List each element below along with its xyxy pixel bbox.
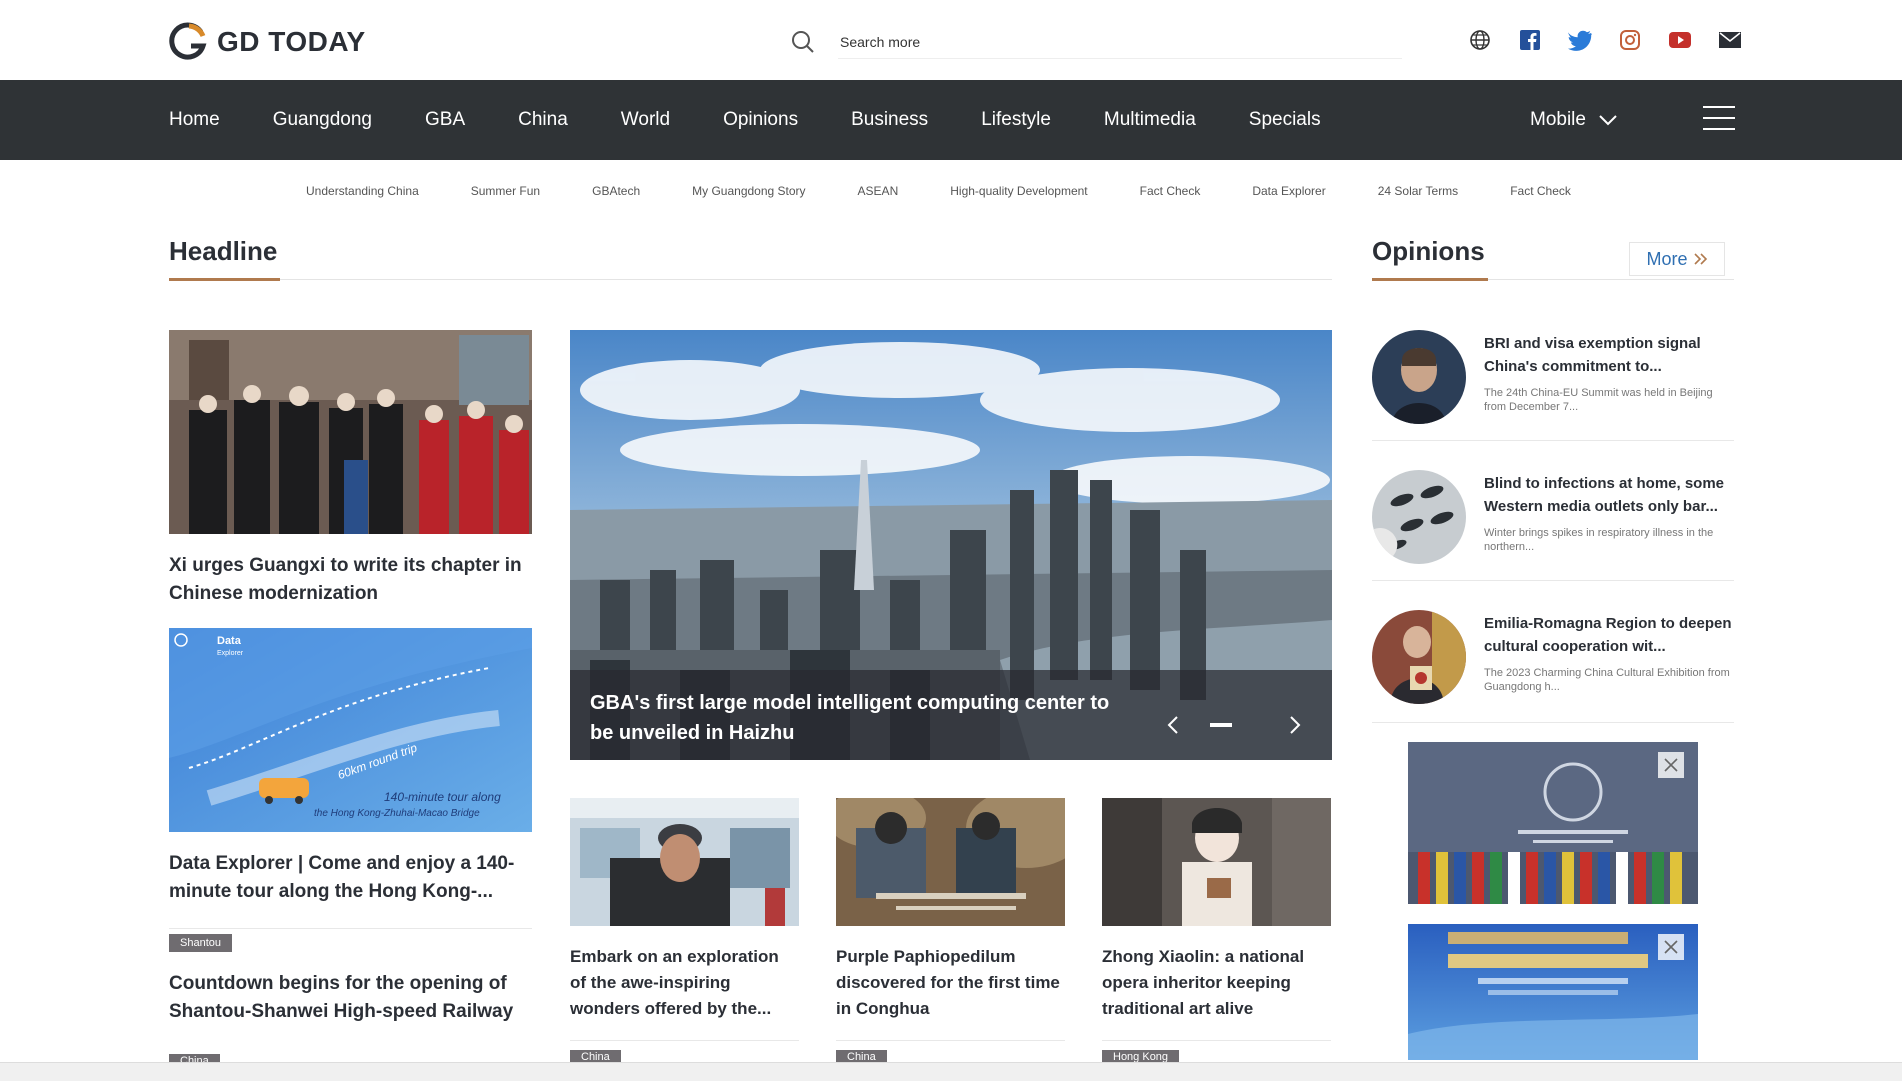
- story-image-xi-guangxi[interactable]: [169, 330, 532, 534]
- card-image-zhong-xiaolin[interactable]: [1102, 798, 1331, 926]
- headline-divider: [169, 279, 1332, 280]
- headline-section-title: Headline: [169, 236, 278, 266]
- nav-item-home[interactable]: Home: [169, 109, 220, 131]
- opinions-more-button[interactable]: More: [1629, 242, 1725, 276]
- hamburger-menu-icon[interactable]: [1703, 106, 1735, 134]
- story-title-shantou-railway[interactable]: Countdown begins for the opening of Shan…: [169, 970, 532, 1026]
- story-title-xi-guangxi[interactable]: Xi urges Guangxi to write its chapter in…: [169, 552, 532, 608]
- opinion-item[interactable]: Emilia-Romagna Region to deepen cultural…: [1372, 610, 1734, 720]
- headline-slider[interactable]: GBA's first large model intelligent comp…: [570, 330, 1332, 760]
- instagram-icon[interactable]: [1618, 28, 1642, 52]
- nav-item-world[interactable]: World: [621, 109, 670, 131]
- social-links: [1468, 28, 1742, 52]
- story-title-data-explorer[interactable]: Data Explorer | Come and enjoy a 140-min…: [169, 850, 532, 906]
- opinion-divider: [1372, 580, 1734, 581]
- subnav-item[interactable]: Fact Check: [1140, 184, 1201, 198]
- logo-mark-icon: [169, 22, 209, 62]
- opinion-title[interactable]: Blind to infections at home, some Wester…: [1484, 472, 1734, 518]
- subnav-item[interactable]: ASEAN: [858, 184, 899, 198]
- card-divider: [1102, 1040, 1331, 1041]
- slider-title[interactable]: GBA's first large model intelligent comp…: [590, 688, 1110, 748]
- subnav-item[interactable]: Data Explorer: [1252, 184, 1325, 198]
- opinion-desc: The 24th China-EU Summit was held in Bei…: [1484, 387, 1713, 413]
- opinion-title[interactable]: Emilia-Romagna Region to deepen cultural…: [1484, 612, 1734, 658]
- subnav-item[interactable]: My Guangdong Story: [692, 184, 805, 198]
- opinion-divider: [1372, 722, 1734, 723]
- opinion-item[interactable]: Blind to infections at home, some Wester…: [1372, 470, 1734, 580]
- chevron-left-icon[interactable]: [1164, 715, 1184, 735]
- nav-mobile[interactable]: Mobile: [1530, 80, 1618, 160]
- card-divider: [836, 1040, 1065, 1041]
- opinions-underline: [1372, 278, 1488, 281]
- subnav-item[interactable]: Fact Check: [1510, 184, 1571, 198]
- subnav-item[interactable]: GBAtech: [592, 184, 640, 198]
- more-label: More: [1646, 248, 1688, 269]
- tour-label-2: the Hong Kong-Zhuhai-Macao Bridge: [314, 808, 480, 819]
- main-nav: Home Guangdong GBA China World Opinions …: [0, 80, 1902, 160]
- opinion-desc: The 2023 Charming China Cultural Exhibit…: [1484, 667, 1730, 693]
- opinion-avatar: [1372, 610, 1466, 704]
- nav-item-opinions[interactable]: Opinions: [723, 109, 798, 131]
- nav-item-business[interactable]: Business: [851, 109, 928, 131]
- card-divider: [570, 1040, 799, 1041]
- nav-mobile-label: Mobile: [1530, 109, 1586, 130]
- story-image-data-explorer[interactable]: Data Explorer 60km round trip 140-minute…: [169, 628, 532, 832]
- nav-item-china[interactable]: China: [518, 109, 568, 131]
- opinion-title[interactable]: BRI and visa exemption signal China's co…: [1484, 332, 1734, 378]
- data-badge: Data: [217, 635, 242, 647]
- nav-item-lifestyle[interactable]: Lifestyle: [981, 109, 1051, 131]
- ad-banner-summit[interactable]: [1408, 742, 1698, 904]
- card-image-paphiopedilum[interactable]: [826, 788, 1086, 926]
- opinion-avatar: [1372, 330, 1466, 424]
- globe-icon[interactable]: [1468, 28, 1492, 52]
- explorer-badge: Explorer: [217, 650, 244, 657]
- subnav-item[interactable]: Understanding China: [306, 184, 419, 198]
- horizontal-scrollbar[interactable]: [0, 1062, 1902, 1081]
- twitter-icon[interactable]: [1568, 28, 1592, 52]
- subnav-item[interactable]: High-quality Development: [950, 184, 1087, 198]
- nav-item-guangdong[interactable]: Guangdong: [273, 109, 372, 131]
- list-divider: [169, 928, 532, 929]
- site-logo[interactable]: GD TODAY: [169, 20, 366, 64]
- nav-item-gba[interactable]: GBA: [425, 109, 465, 131]
- opinion-desc: Winter brings spikes in respiratory illn…: [1484, 527, 1714, 553]
- double-chevron-right-icon: [1693, 253, 1707, 265]
- nav-item-multimedia[interactable]: Multimedia: [1104, 109, 1196, 131]
- close-icon[interactable]: [1658, 752, 1684, 778]
- search-bar: [790, 25, 1415, 59]
- card-title-zhong-xiaolin[interactable]: Zhong Xiaolin: a national opera inherito…: [1102, 944, 1331, 1022]
- slider-caption: GBA's first large model intelligent comp…: [570, 670, 1332, 760]
- opinion-avatar: [1372, 470, 1466, 564]
- youtube-icon[interactable]: [1668, 28, 1692, 52]
- nav-item-specials[interactable]: Specials: [1249, 109, 1321, 131]
- facebook-icon[interactable]: [1518, 28, 1542, 52]
- slider-indicator[interactable]: [1210, 723, 1232, 727]
- search-input[interactable]: [838, 25, 1402, 59]
- headline-underline: [169, 278, 280, 281]
- chevron-right-icon[interactable]: [1284, 715, 1304, 735]
- search-icon[interactable]: [790, 29, 816, 55]
- chevron-down-icon: [1599, 115, 1617, 126]
- ad-banner-china[interactable]: [1408, 924, 1698, 1060]
- opinion-divider: [1372, 440, 1734, 441]
- top-header: GD TODAY: [0, 0, 1902, 80]
- subnav-item[interactable]: Summer Fun: [471, 184, 540, 198]
- sub-nav: Understanding China Summer Fun GBAtech M…: [306, 184, 1623, 198]
- subnav-item[interactable]: 24 Solar Terms: [1378, 184, 1458, 198]
- tour-label-1: 140-minute tour along: [384, 790, 501, 804]
- card-title-paphiopedilum[interactable]: Purple Paphiopedilum discovered for the …: [836, 944, 1065, 1022]
- logo-text: GD TODAY: [217, 26, 366, 57]
- opinion-item[interactable]: BRI and visa exemption signal China's co…: [1372, 330, 1734, 440]
- card-title-exploration[interactable]: Embark on an exploration of the awe-insp…: [570, 944, 799, 1022]
- close-icon[interactable]: [1658, 934, 1684, 960]
- mail-icon[interactable]: [1718, 28, 1742, 52]
- tag-shantou[interactable]: Shantou: [169, 934, 232, 952]
- opinions-section-title: Opinions: [1372, 236, 1485, 266]
- card-image-exploration[interactable]: [570, 798, 799, 926]
